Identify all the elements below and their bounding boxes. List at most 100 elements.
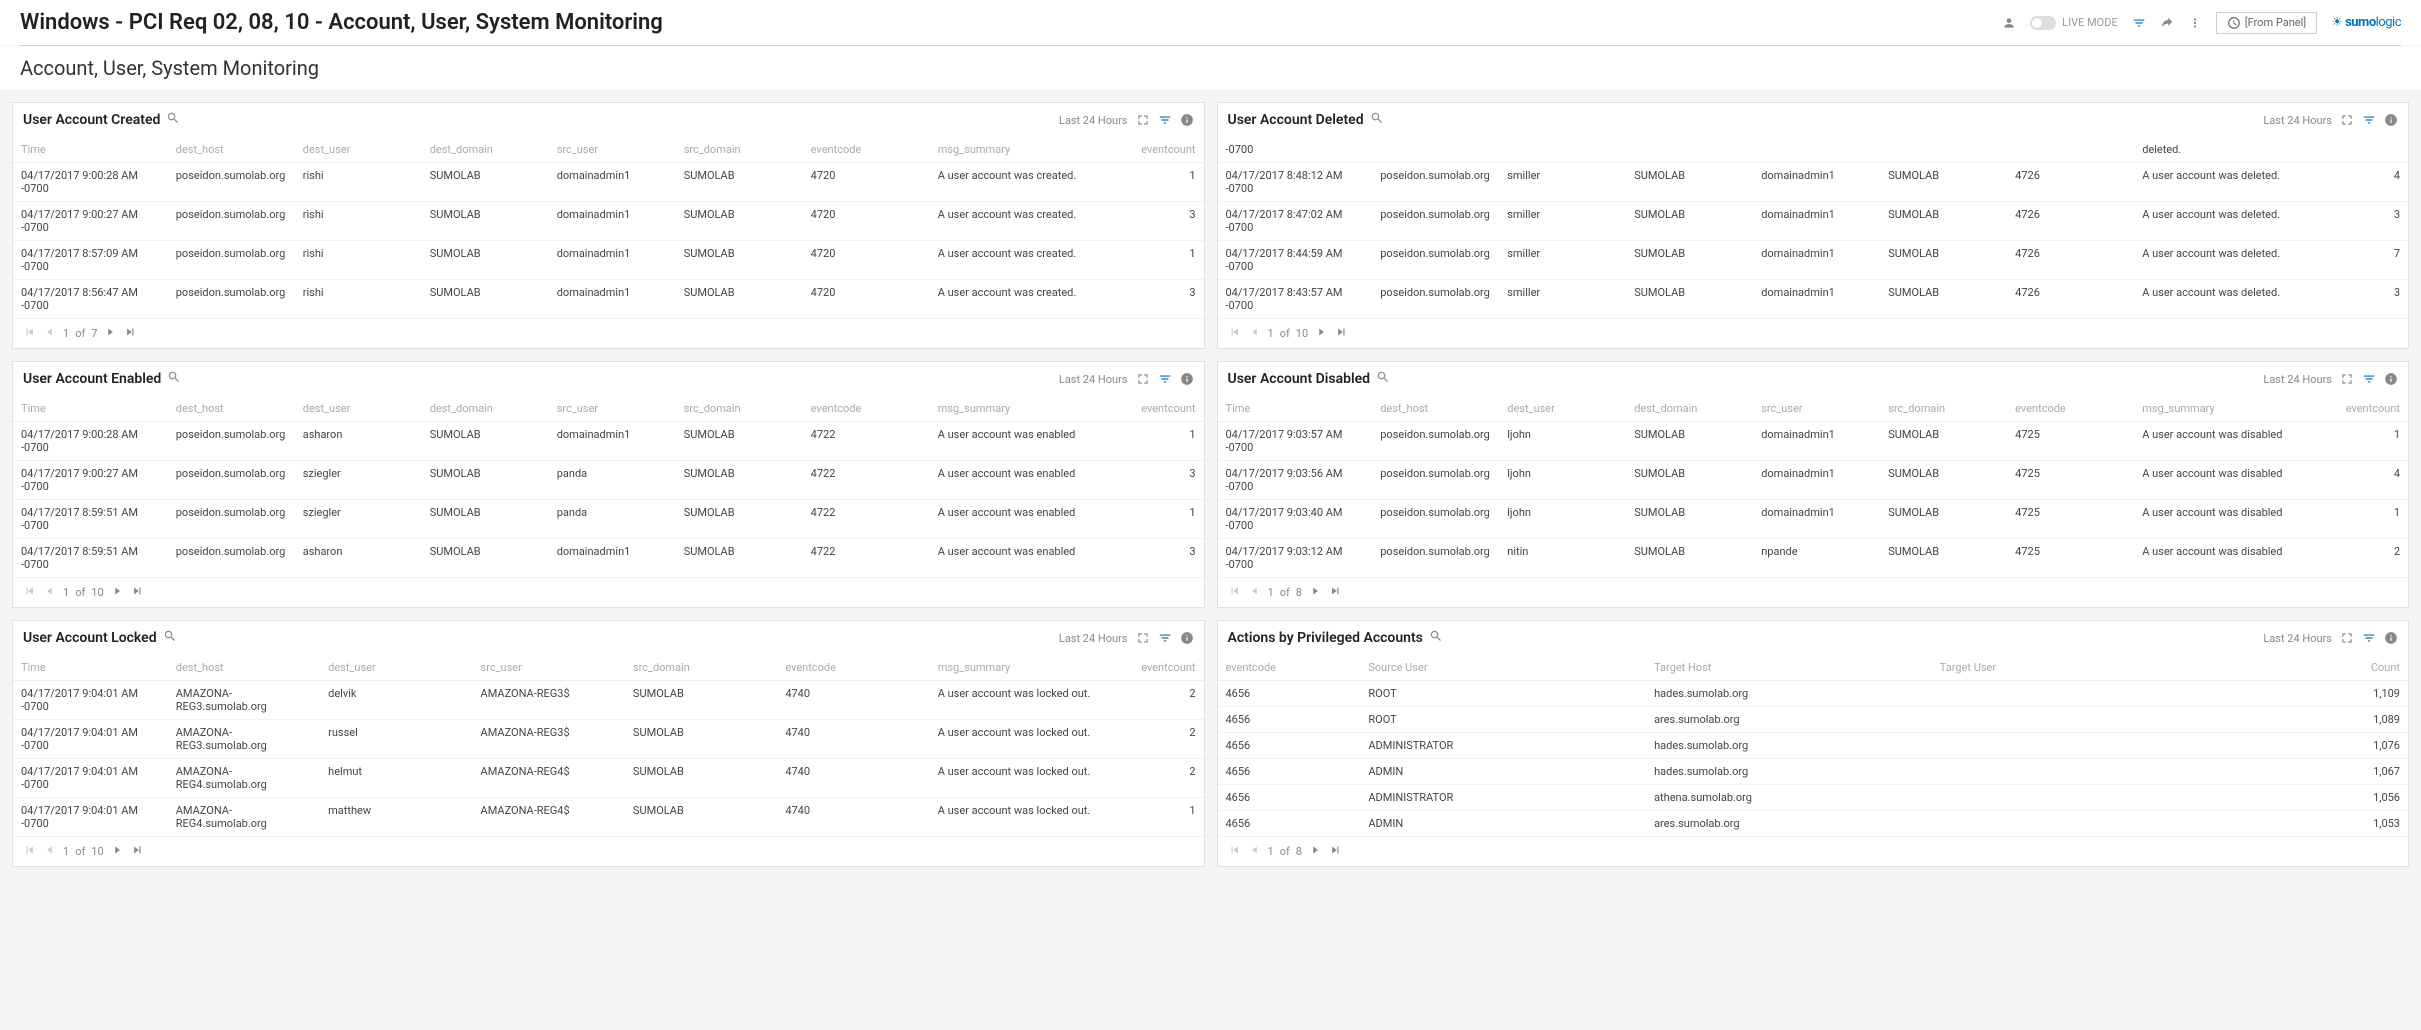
pager-last-icon[interactable] [1328, 843, 1342, 860]
info-icon[interactable] [1180, 113, 1194, 127]
pager-next-icon[interactable] [110, 843, 124, 860]
filter-icon[interactable] [1158, 113, 1172, 127]
table-row[interactable]: 4656ROOThades.sumolab.org1,109 [1218, 681, 2409, 707]
pager-prev-icon[interactable] [43, 325, 57, 342]
info-icon[interactable] [2384, 631, 2398, 645]
column-header[interactable]: dest_user [295, 396, 422, 422]
column-header[interactable]: dest_host [168, 396, 295, 422]
live-mode-toggle[interactable]: LIVE MODE [2030, 16, 2118, 30]
column-header[interactable]: src_user [549, 396, 676, 422]
column-header[interactable]: msg_summary [2134, 396, 2313, 422]
expand-icon[interactable] [2340, 372, 2354, 386]
table-row[interactable]: 04/17/2017 8:47:02 AM -0700poseidon.sumo… [1218, 202, 2409, 241]
table-row[interactable]: 04/17/2017 9:00:28 AM -0700poseidon.sumo… [13, 422, 1204, 461]
pager-prev-icon[interactable] [1248, 843, 1262, 860]
user-icon[interactable] [2002, 16, 2016, 30]
pager-last-icon[interactable] [130, 584, 144, 601]
filter-icon[interactable] [2132, 16, 2146, 30]
filter-icon[interactable] [1158, 372, 1172, 386]
pager-last-icon[interactable] [123, 325, 137, 342]
column-header[interactable]: eventcode [2007, 396, 2134, 422]
pager-first-icon[interactable] [23, 843, 37, 860]
table-row[interactable]: 04/17/2017 8:48:12 AM -0700poseidon.sumo… [1218, 163, 2409, 202]
column-header[interactable]: dest_user [1499, 396, 1626, 422]
table-row[interactable]: 04/17/2017 9:03:40 AM -0700poseidon.sumo… [1218, 500, 2409, 539]
table-row[interactable]: -0700deleted. [1218, 137, 2409, 163]
share-icon[interactable] [2160, 16, 2174, 30]
pager-last-icon[interactable] [1328, 584, 1342, 601]
column-header[interactable]: src_domain [676, 137, 803, 163]
table-row[interactable]: 04/17/2017 8:56:47 AM -0700poseidon.sumo… [13, 280, 1204, 319]
table-row[interactable]: 04/17/2017 9:00:27 AM -0700poseidon.sumo… [13, 461, 1204, 500]
table-row[interactable]: 04/17/2017 9:04:01 AM -0700AMAZONA-REG4.… [13, 798, 1204, 837]
search-icon[interactable] [167, 370, 181, 388]
column-header[interactable]: Target Host [1646, 655, 1932, 681]
column-header[interactable]: Target User [1932, 655, 2218, 681]
expand-icon[interactable] [1136, 113, 1150, 127]
filter-icon[interactable] [1158, 631, 1172, 645]
column-header[interactable]: eventcode [777, 655, 929, 681]
pager-first-icon[interactable] [23, 584, 37, 601]
filter-icon[interactable] [2362, 372, 2376, 386]
column-header[interactable]: src_domain [676, 396, 803, 422]
table-row[interactable]: 04/17/2017 9:04:01 AM -0700AMAZONA-REG4.… [13, 759, 1204, 798]
expand-icon[interactable] [2340, 631, 2354, 645]
table-row[interactable]: 04/17/2017 9:03:57 AM -0700poseidon.sumo… [1218, 422, 2409, 461]
column-header[interactable]: src_user [549, 137, 676, 163]
table-row[interactable]: 4656ADMINhades.sumolab.org1,067 [1218, 759, 2409, 785]
column-header[interactable]: msg_summary [930, 655, 1109, 681]
table-row[interactable]: 4656ADMINISTRATORhades.sumolab.org1,076 [1218, 733, 2409, 759]
table-row[interactable]: 04/17/2017 8:43:57 AM -0700poseidon.sumo… [1218, 280, 2409, 319]
pager-first-icon[interactable] [1228, 325, 1242, 342]
pager-first-icon[interactable] [23, 325, 37, 342]
column-header[interactable]: msg_summary [930, 137, 1109, 163]
table-row[interactable]: 04/17/2017 8:44:59 AM -0700poseidon.sumo… [1218, 241, 2409, 280]
table-row[interactable]: 4656ROOTares.sumolab.org1,089 [1218, 707, 2409, 733]
pager-first-icon[interactable] [1228, 584, 1242, 601]
timerange-dropdown[interactable]: [From Panel] [2216, 12, 2318, 34]
search-icon[interactable] [163, 629, 177, 647]
column-header[interactable]: eventcount [2313, 396, 2408, 422]
table-row[interactable]: 04/17/2017 9:04:01 AM -0700AMAZONA-REG3.… [13, 681, 1204, 720]
pager-next-icon[interactable] [1308, 584, 1322, 601]
info-icon[interactable] [2384, 372, 2398, 386]
expand-icon[interactable] [1136, 631, 1150, 645]
column-header[interactable]: Count [2218, 655, 2408, 681]
pager-next-icon[interactable] [110, 584, 124, 601]
column-header[interactable]: eventcode [803, 137, 930, 163]
column-header[interactable]: Source User [1360, 655, 1646, 681]
column-header[interactable]: dest_host [168, 137, 295, 163]
filter-icon[interactable] [2362, 113, 2376, 127]
table-row[interactable]: 04/17/2017 9:03:12 AM -0700poseidon.sumo… [1218, 539, 2409, 578]
pager-next-icon[interactable] [103, 325, 117, 342]
search-icon[interactable] [1370, 111, 1384, 129]
pager-first-icon[interactable] [1228, 843, 1242, 860]
search-icon[interactable] [1376, 370, 1390, 388]
column-header[interactable]: dest_domain [1626, 396, 1753, 422]
more-icon[interactable] [2188, 16, 2202, 30]
info-icon[interactable] [1180, 372, 1194, 386]
pager-prev-icon[interactable] [1248, 325, 1262, 342]
pager-prev-icon[interactable] [43, 843, 57, 860]
search-icon[interactable] [1429, 629, 1443, 647]
table-row[interactable]: 04/17/2017 9:04:01 AM -0700AMAZONA-REG3.… [13, 720, 1204, 759]
pager-prev-icon[interactable] [43, 584, 57, 601]
column-header[interactable]: src_domain [1880, 396, 2007, 422]
table-row[interactable]: 04/17/2017 8:59:51 AM -0700poseidon.sumo… [13, 539, 1204, 578]
column-header[interactable]: dest_user [320, 655, 472, 681]
info-icon[interactable] [2384, 113, 2398, 127]
column-header[interactable]: dest_domain [422, 137, 549, 163]
table-row[interactable]: 04/17/2017 8:57:09 AM -0700poseidon.sumo… [13, 241, 1204, 280]
column-header[interactable]: Time [13, 655, 168, 681]
column-header[interactable]: eventcount [1108, 137, 1203, 163]
expand-icon[interactable] [1136, 372, 1150, 386]
column-header[interactable]: dest_user [295, 137, 422, 163]
column-header[interactable]: eventcount [1108, 396, 1203, 422]
column-header[interactable]: eventcode [1218, 655, 1361, 681]
table-row[interactable]: 04/17/2017 8:59:51 AM -0700poseidon.sumo… [13, 500, 1204, 539]
pager-last-icon[interactable] [1334, 325, 1348, 342]
table-row[interactable]: 04/17/2017 9:03:56 AM -0700poseidon.sumo… [1218, 461, 2409, 500]
table-row[interactable]: 04/17/2017 9:00:28 AM -0700poseidon.sumo… [13, 163, 1204, 202]
column-header[interactable]: src_domain [625, 655, 777, 681]
pager-prev-icon[interactable] [1248, 584, 1262, 601]
